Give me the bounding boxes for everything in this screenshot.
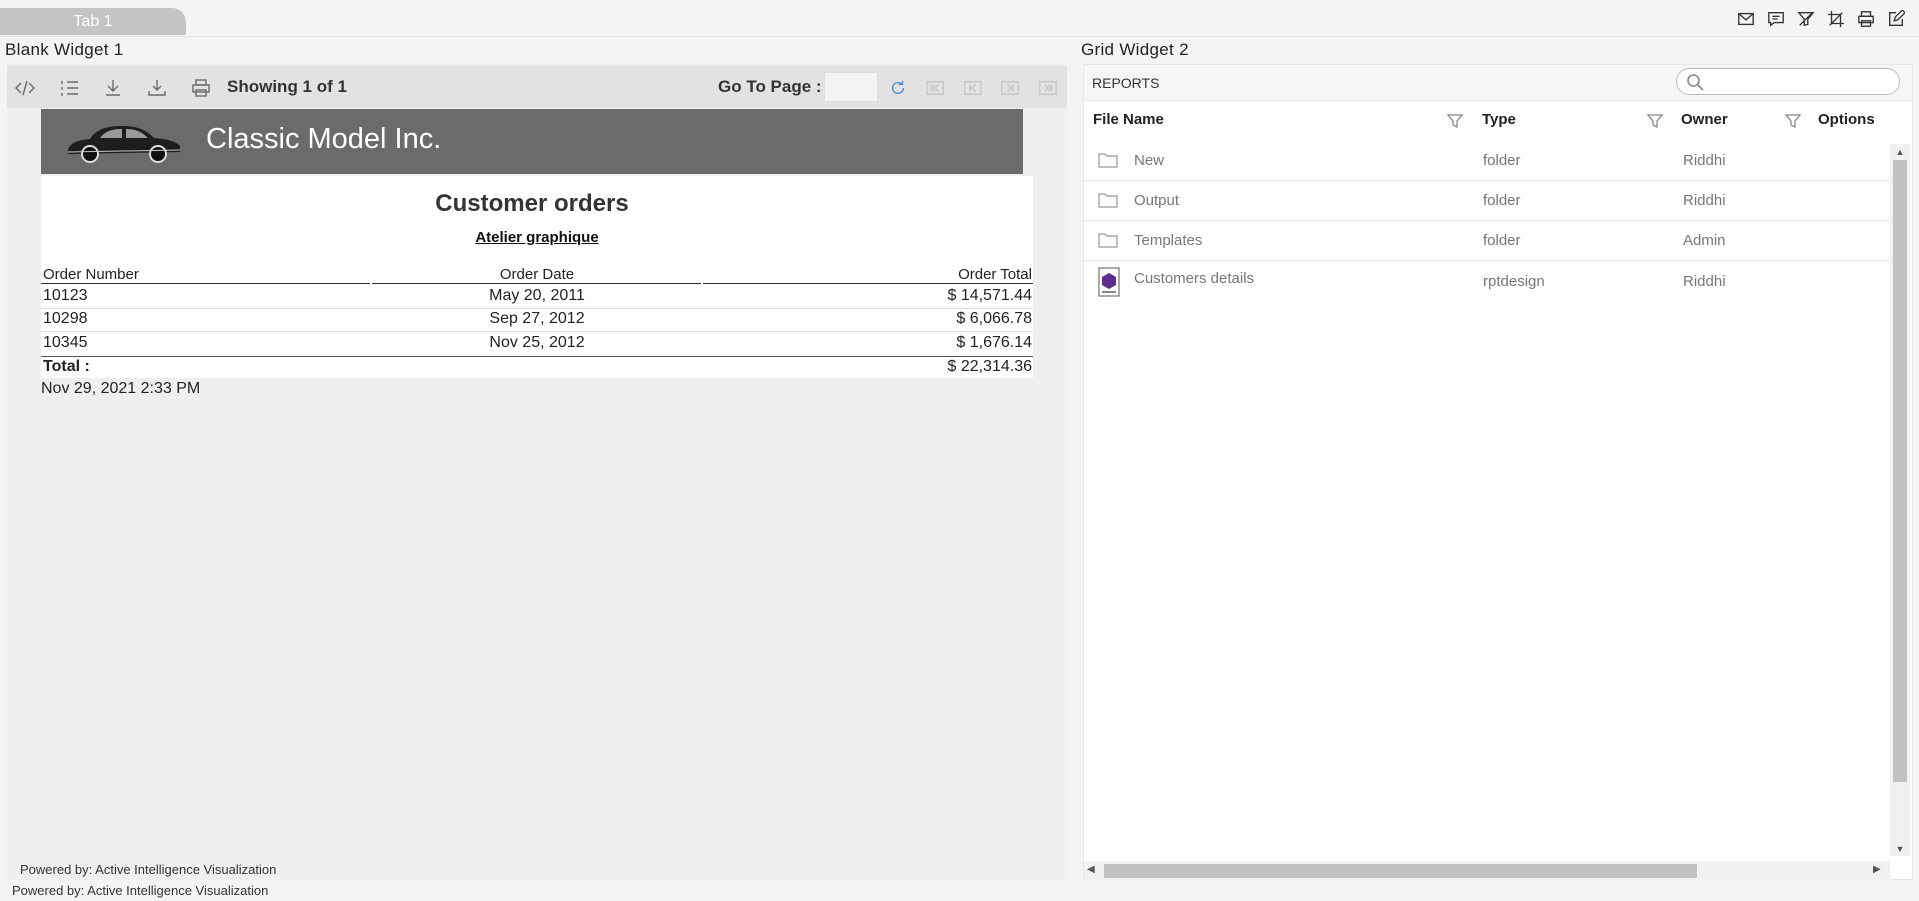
file-name[interactable]: Templates (1134, 232, 1202, 249)
scroll-down-icon[interactable]: ▼ (1893, 844, 1907, 854)
last-page-icon[interactable] (1037, 78, 1059, 98)
table-row[interactable]: Templates folder Admin (1084, 221, 1889, 261)
code-icon[interactable] (13, 76, 37, 100)
row-divider (41, 308, 1033, 309)
order-date: Sep 27, 2012 (489, 310, 585, 327)
download-icon[interactable] (101, 76, 125, 100)
folder-icon (1098, 191, 1118, 209)
order-date: May 20, 2011 (489, 287, 585, 304)
goto-page-label: Go To Page : (718, 77, 822, 96)
col-order-number: Order Number (43, 266, 139, 283)
list-icon[interactable] (58, 76, 82, 100)
col-options: Options (1818, 111, 1875, 128)
header-divider (372, 283, 701, 284)
prev-page-icon[interactable] (962, 78, 984, 98)
mail-icon[interactable] (1736, 9, 1756, 29)
order-number: 10298 (43, 310, 88, 327)
vertical-scroll-thumb[interactable] (1893, 160, 1907, 782)
widget-2-title: Grid Widget 2 (1081, 40, 1189, 59)
table-row[interactable]: Customers details rptdesign Riddhi (1084, 261, 1889, 303)
company-name: Classic Model Inc. (206, 123, 442, 155)
report-subtitle[interactable]: Atelier graphique (41, 229, 1033, 246)
page-status: Showing 1 of 1 (227, 77, 347, 96)
order-date: Nov 25, 2012 (489, 334, 585, 351)
col-file-name[interactable]: File Name (1093, 111, 1164, 128)
folder-icon (1098, 231, 1118, 249)
col-type[interactable]: Type (1482, 111, 1516, 128)
header-divider (703, 283, 1033, 284)
col-order-date: Order Date (499, 266, 575, 283)
file-owner: Riddhi (1683, 192, 1726, 209)
file-type: folder (1483, 192, 1521, 209)
order-total: $ 14,571.44 (947, 287, 1032, 304)
search-input[interactable] (1676, 68, 1900, 95)
scroll-left-icon[interactable]: ◀ (1087, 864, 1099, 878)
file-owner: Riddhi (1683, 152, 1726, 169)
total-label: Total : (43, 358, 90, 375)
order-total: $ 6,066.78 (956, 310, 1032, 327)
order-number: 10345 (43, 334, 88, 351)
widget-footer: Powered by: Active Intelligence Visualiz… (20, 862, 277, 877)
order-number: 10123 (43, 287, 88, 304)
widget-1-title: Blank Widget 1 (5, 40, 124, 59)
file-type: rptdesign (1483, 273, 1545, 290)
car-logo (64, 116, 184, 166)
file-type: folder (1483, 152, 1521, 169)
tab-1[interactable]: Tab 1 (0, 8, 186, 35)
next-page-icon[interactable] (999, 78, 1021, 98)
filter-icon[interactable] (1784, 113, 1802, 129)
report-title: Customer orders (435, 190, 629, 217)
total-value: $ 22,314.36 (947, 358, 1032, 375)
filter-icon[interactable] (1446, 113, 1464, 129)
file-name[interactable]: Customers details (1134, 270, 1254, 287)
scroll-right-icon[interactable]: ▶ (1873, 864, 1885, 878)
scroll-up-icon[interactable]: ▲ (1893, 147, 1907, 157)
col-owner[interactable]: Owner (1681, 111, 1728, 128)
horizontal-scroll-thumb[interactable] (1104, 864, 1697, 878)
clear-filter-icon[interactable] (1796, 9, 1816, 29)
filter-icon[interactable] (1646, 113, 1664, 129)
edit-icon[interactable] (1886, 9, 1906, 29)
reports-label: REPORTS (1092, 75, 1160, 91)
rptdesign-file-icon (1098, 267, 1120, 297)
file-owner: Riddhi (1683, 273, 1726, 290)
goto-page-input[interactable] (824, 72, 878, 102)
file-owner: Admin (1683, 232, 1726, 249)
file-name[interactable]: Output (1134, 192, 1179, 209)
file-type: folder (1483, 232, 1521, 249)
page-footer: Powered by: Active Intelligence Visualiz… (12, 883, 269, 898)
refresh-icon[interactable] (887, 78, 909, 98)
folder-icon (1098, 151, 1118, 169)
comment-icon[interactable] (1766, 9, 1786, 29)
report-timestamp: Nov 29, 2021 2:33 PM (41, 380, 201, 398)
top-bar (0, 0, 1919, 37)
export-icon[interactable] (145, 76, 169, 100)
file-name[interactable]: New (1134, 152, 1164, 169)
order-total: $ 1,676.14 (956, 334, 1032, 351)
col-order-total: Order Total (958, 266, 1032, 283)
printer-icon[interactable] (189, 76, 213, 100)
report-banner (41, 109, 1023, 174)
header-divider (41, 283, 370, 284)
crop-icon[interactable] (1826, 9, 1846, 29)
table-row[interactable]: Output folder Riddhi (1084, 181, 1889, 221)
total-divider (41, 356, 1033, 357)
row-divider (41, 331, 1033, 332)
first-page-icon[interactable] (924, 78, 946, 98)
print-icon[interactable] (1856, 9, 1876, 29)
table-row[interactable]: New folder Riddhi (1084, 141, 1889, 181)
search-icon (1686, 73, 1704, 91)
